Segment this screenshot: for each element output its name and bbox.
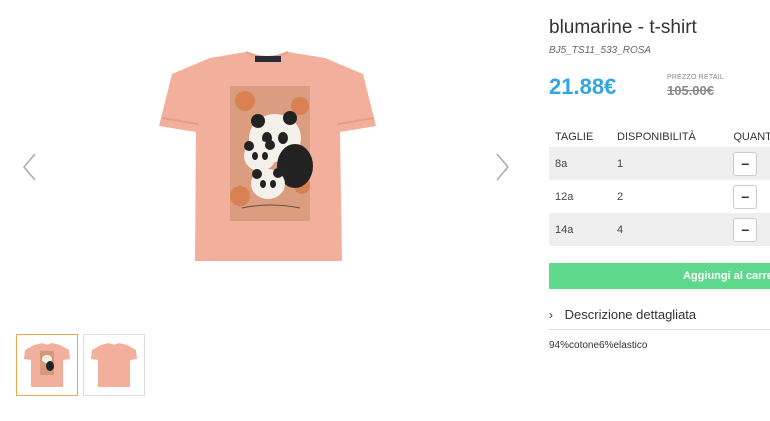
product-title: blumarine - t-shirt: [549, 17, 697, 38]
chevron-right-icon: [496, 153, 509, 181]
description-text: 94%cotone6%elastico: [549, 340, 648, 351]
thumbnail-front-image: [24, 343, 70, 387]
thumbnail-back-image: [91, 343, 137, 387]
size-cell: 8a: [549, 147, 612, 180]
size-cell: 14a: [549, 213, 612, 246]
chevron-left-icon: [23, 153, 36, 181]
quantity-decrease-button[interactable]: −: [733, 151, 758, 176]
product-price: 21.88€: [549, 74, 617, 99]
header-availability: DISPONIBILITÀ: [617, 131, 696, 143]
thumbnail-back[interactable]: [83, 334, 145, 396]
table-row: 12a 2 −: [549, 180, 770, 213]
sizes-table: TAGLIE DISPONIBILITÀ QUANTITÀ 8a 1 − 12a…: [549, 127, 770, 246]
product-image: [159, 51, 376, 261]
quantity-cell: −: [727, 213, 770, 246]
availability-cell: 1: [611, 147, 728, 180]
table-header-row: TAGLIE DISPONIBILITÀ QUANTITÀ: [549, 127, 770, 147]
availability-cell: 2: [611, 180, 728, 213]
description-toggle[interactable]: › Descrizione dettagliata: [549, 307, 770, 330]
retail-price-label: PREZZO RETAIL: [667, 74, 724, 81]
availability-cell: 4: [611, 213, 728, 246]
header-quantity: QUANTITÀ: [733, 131, 770, 143]
add-to-cart-button[interactable]: Aggiungi al carrello: [549, 263, 770, 289]
table-row: 14a 4 −: [549, 213, 770, 246]
description-toggle-label: Descrizione dettagliata: [564, 307, 697, 322]
header-sizes: TAGLIE: [555, 131, 594, 143]
product-sku: BJ5_TS11_533_ROSA: [549, 45, 652, 56]
quantity-cell: −: [727, 180, 770, 213]
quantity-decrease-button[interactable]: −: [733, 184, 758, 209]
add-to-cart-label: Aggiungi al carrello: [683, 270, 770, 282]
quantity-cell: −: [727, 147, 770, 180]
table-row: 8a 1 −: [549, 147, 770, 180]
size-cell: 12a: [549, 180, 612, 213]
thumbnail-front[interactable]: [16, 334, 78, 396]
gallery-prev-button[interactable]: [20, 150, 40, 184]
gallery-next-button[interactable]: [492, 150, 512, 184]
retail-price: 105.00€: [667, 83, 714, 98]
quantity-decrease-button[interactable]: −: [733, 217, 758, 242]
product-gallery: [0, 0, 530, 421]
chevron-right-icon: ›: [549, 308, 553, 322]
product-info: blumarine - t-shirt BJ5_TS11_533_ROSA 21…: [549, 0, 770, 421]
